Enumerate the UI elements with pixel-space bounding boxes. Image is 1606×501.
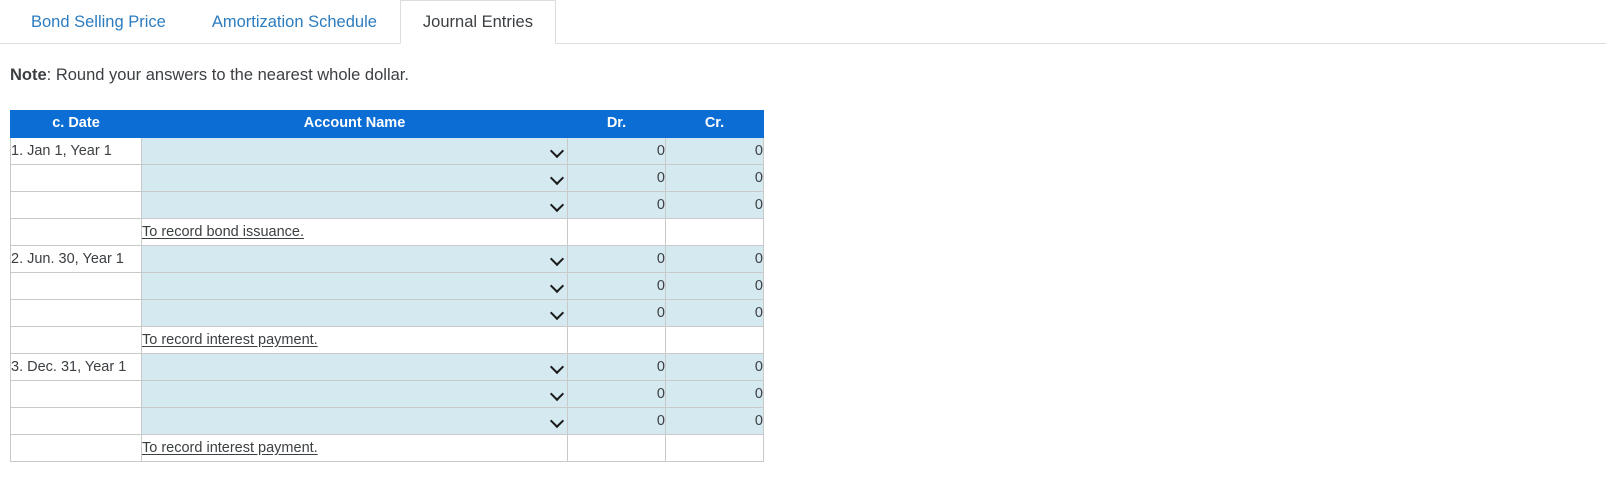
chevron-down-icon bbox=[551, 306, 565, 320]
column-header-dr: Dr. bbox=[567, 109, 666, 138]
debit-input[interactable]: 0 bbox=[567, 136, 666, 165]
table-row: 1. Jan 1, Year 1 0 0 bbox=[10, 136, 764, 165]
note-text: : Round your answers to the nearest whol… bbox=[46, 66, 409, 84]
journal-entries-table-wrapper: c. Date Account Name Dr. Cr. 1. Jan 1, Y… bbox=[10, 109, 764, 462]
chevron-down-icon bbox=[551, 144, 565, 158]
note-line: Note: Round your answers to the nearest … bbox=[10, 66, 1606, 86]
table-row: To record interest payment. bbox=[10, 325, 764, 354]
column-header-cr: Cr. bbox=[665, 109, 764, 138]
entry-description-text: To record bond issuance. bbox=[142, 223, 305, 240]
entry-date-cell bbox=[10, 406, 142, 435]
table-row: 0 0 bbox=[10, 406, 764, 435]
tab-bar: Bond Selling Price Amortization Schedule… bbox=[0, 0, 1606, 44]
debit-input[interactable]: 0 bbox=[567, 163, 666, 192]
chevron-down-icon bbox=[551, 360, 565, 374]
account-name-select[interactable] bbox=[141, 190, 568, 219]
table-header: c. Date Account Name Dr. Cr. bbox=[10, 109, 764, 138]
table-row: 0 0 bbox=[10, 271, 764, 300]
chevron-down-icon bbox=[551, 252, 565, 266]
entry-date-cell bbox=[10, 325, 142, 354]
debit-input[interactable]: 0 bbox=[567, 244, 666, 273]
chevron-down-icon bbox=[551, 279, 565, 293]
entry-description-text: To record interest payment. bbox=[142, 331, 318, 348]
debit-blank-cell bbox=[567, 433, 666, 462]
debit-input[interactable]: 0 bbox=[567, 379, 666, 408]
credit-blank-cell bbox=[665, 433, 764, 462]
account-name-select[interactable] bbox=[141, 379, 568, 408]
credit-input[interactable]: 0 bbox=[665, 352, 764, 381]
chevron-down-icon bbox=[551, 171, 565, 185]
entry-date-cell bbox=[10, 433, 142, 462]
entry-date-cell bbox=[10, 298, 142, 327]
credit-blank-cell bbox=[665, 217, 764, 246]
column-header-date: c. Date bbox=[10, 109, 142, 138]
entry-date-cell: 3. Dec. 31, Year 1 bbox=[10, 352, 142, 381]
account-name-select[interactable] bbox=[141, 406, 568, 435]
column-header-account-name: Account Name bbox=[141, 109, 568, 138]
tab-label: Amortization Schedule bbox=[211, 13, 377, 32]
account-name-select[interactable] bbox=[141, 244, 568, 273]
chevron-down-icon bbox=[551, 414, 565, 428]
credit-input[interactable]: 0 bbox=[665, 190, 764, 219]
tab-amortization-schedule[interactable]: Amortization Schedule bbox=[189, 0, 400, 44]
debit-input[interactable]: 0 bbox=[567, 190, 666, 219]
table-row: 3. Dec. 31, Year 1 0 0 bbox=[10, 352, 764, 381]
table-row: To record interest payment. bbox=[10, 433, 764, 462]
credit-input[interactable]: 0 bbox=[665, 136, 764, 165]
entry-description-text: To record interest payment. bbox=[142, 439, 318, 456]
account-name-select[interactable] bbox=[141, 352, 568, 381]
tab-journal-entries[interactable]: Journal Entries bbox=[399, 0, 556, 44]
tab-label: Bond Selling Price bbox=[31, 13, 166, 32]
account-name-select[interactable] bbox=[141, 271, 568, 300]
note-label: Note bbox=[10, 66, 47, 84]
debit-input[interactable]: 0 bbox=[567, 298, 666, 327]
debit-input[interactable]: 0 bbox=[567, 271, 666, 300]
table-body: 1. Jan 1, Year 1 0 0 0 0 0 0 To record b… bbox=[10, 136, 764, 462]
tab-label: Journal Entries bbox=[422, 12, 533, 31]
table-row: 0 0 bbox=[10, 190, 764, 219]
table-row: To record bond issuance. bbox=[10, 217, 764, 246]
table-row: 0 0 bbox=[10, 163, 764, 192]
credit-input[interactable]: 0 bbox=[665, 379, 764, 408]
credit-blank-cell bbox=[665, 325, 764, 354]
tab-bond-selling-price[interactable]: Bond Selling Price bbox=[8, 0, 189, 44]
credit-input[interactable]: 0 bbox=[665, 406, 764, 435]
table-header-row: c. Date Account Name Dr. Cr. bbox=[10, 109, 764, 138]
entry-date-cell bbox=[10, 271, 142, 300]
chevron-down-icon bbox=[551, 198, 565, 212]
entry-date-cell bbox=[10, 163, 142, 192]
table-row: 2. Jun. 30, Year 1 0 0 bbox=[10, 244, 764, 273]
entry-date-cell: 1. Jan 1, Year 1 bbox=[10, 136, 142, 165]
credit-input[interactable]: 0 bbox=[665, 163, 764, 192]
debit-input[interactable]: 0 bbox=[567, 352, 666, 381]
debit-blank-cell bbox=[567, 325, 666, 354]
debit-blank-cell bbox=[567, 217, 666, 246]
entry-description-cell[interactable]: To record interest payment. bbox=[141, 325, 568, 354]
journal-entries-table: c. Date Account Name Dr. Cr. 1. Jan 1, Y… bbox=[10, 109, 764, 462]
chevron-down-icon bbox=[551, 387, 565, 401]
entry-date-cell bbox=[10, 217, 142, 246]
table-row: 0 0 bbox=[10, 298, 764, 327]
credit-input[interactable]: 0 bbox=[665, 271, 764, 300]
table-row: 0 0 bbox=[10, 379, 764, 408]
account-name-select[interactable] bbox=[141, 163, 568, 192]
credit-input[interactable]: 0 bbox=[665, 244, 764, 273]
debit-input[interactable]: 0 bbox=[567, 406, 666, 435]
entry-date-cell: 2. Jun. 30, Year 1 bbox=[10, 244, 142, 273]
account-name-select[interactable] bbox=[141, 136, 568, 165]
credit-input[interactable]: 0 bbox=[665, 298, 764, 327]
entry-description-cell[interactable]: To record interest payment. bbox=[141, 433, 568, 462]
entry-date-cell bbox=[10, 379, 142, 408]
entry-date-cell bbox=[10, 190, 142, 219]
account-name-select[interactable] bbox=[141, 298, 568, 327]
entry-description-cell[interactable]: To record bond issuance. bbox=[141, 217, 568, 246]
